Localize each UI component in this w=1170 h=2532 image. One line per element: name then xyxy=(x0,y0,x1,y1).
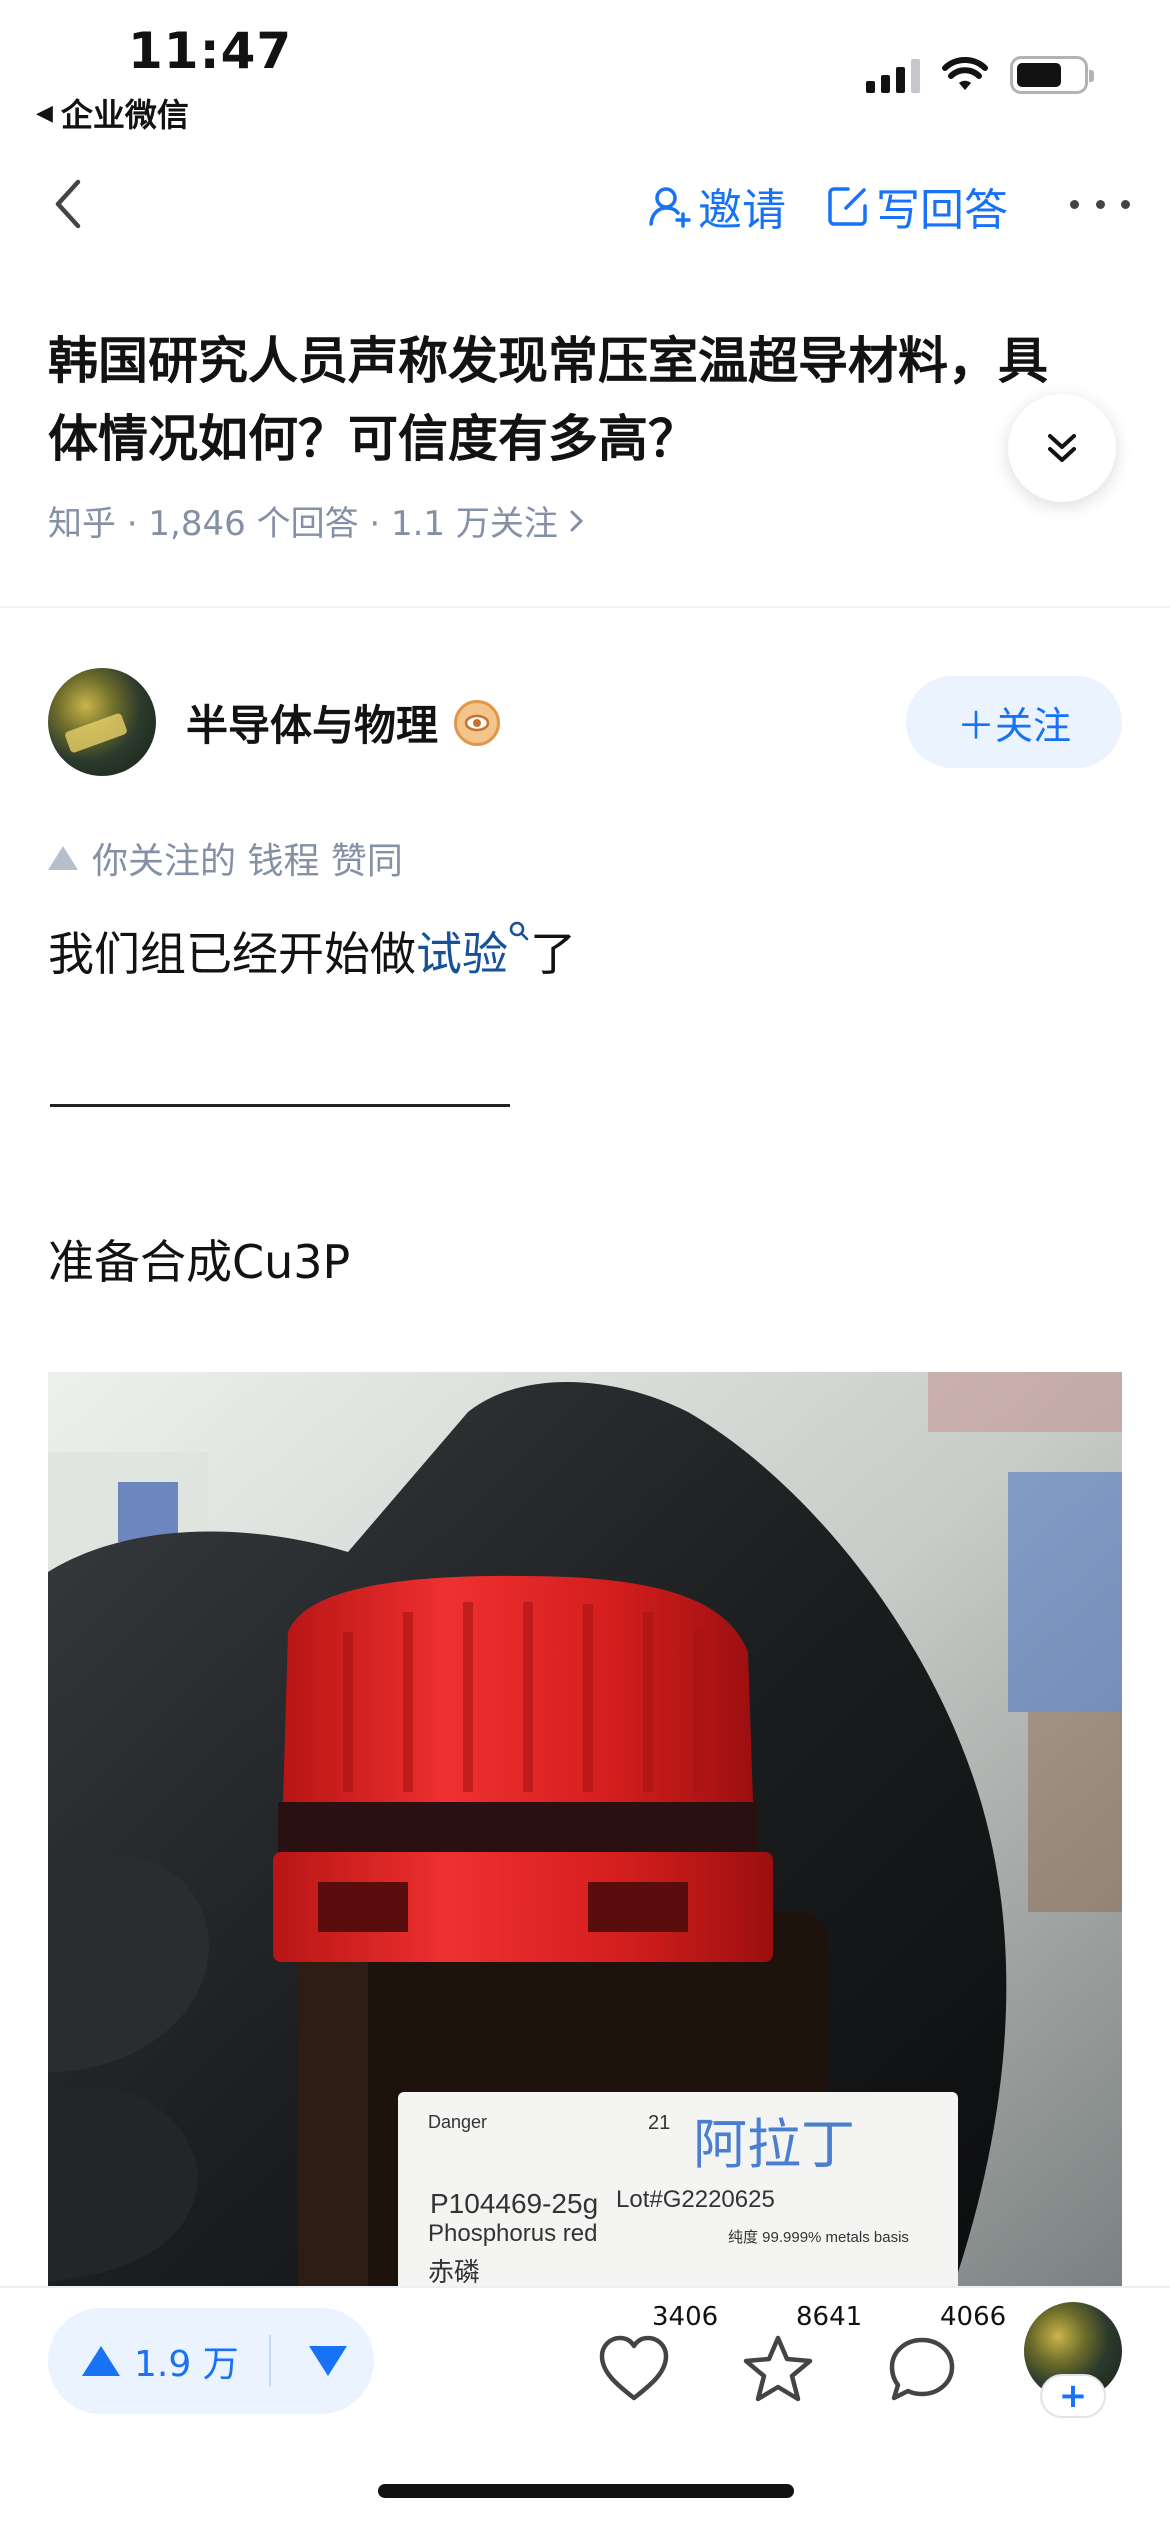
label-danger: Danger xyxy=(428,2112,488,2132)
more-options-icon[interactable] xyxy=(1070,176,1130,232)
label-purity: 纯度 99.999% metals basis xyxy=(728,2229,909,2246)
heart-icon xyxy=(599,2335,669,2401)
answer-photo[interactable]: Danger 21 阿拉丁 P104469-25g Lot#G2220625 P… xyxy=(48,1372,1122,2302)
status-bar: 11:47 ◀ 企业微信 xyxy=(0,0,1170,140)
back-triangle-icon: ◀ xyxy=(36,100,53,126)
comment-button[interactable]: 4066 xyxy=(884,2302,1006,2408)
like-count: 3406 xyxy=(652,2302,719,2332)
double-chevron-down-icon xyxy=(1048,434,1076,462)
endorsement-line: 你关注的 钱程 赞同 xyxy=(48,832,403,884)
invite-label: 邀请 xyxy=(698,185,786,236)
question-meta[interactable]: 知乎 · 1,846 个回答 · 1.1 万关注 xyxy=(48,496,586,545)
label-name-en: Phosphorus red xyxy=(428,2220,598,2247)
answer-text-segment: 了 xyxy=(530,927,576,981)
question-meta-text: 知乎 · 1,846 个回答 · 1.1 万关注 xyxy=(48,504,558,544)
favorite-count: 8641 xyxy=(796,2302,863,2332)
battery-icon xyxy=(1010,56,1094,94)
answer-text-segment: 我们组已经开始做 xyxy=(48,927,416,981)
back-to-app-link[interactable]: ◀ 企业微信 xyxy=(36,90,189,136)
label-lot-number: Lot#G2220625 xyxy=(616,2186,775,2213)
write-answer-label: 写回答 xyxy=(876,185,1008,236)
label-product-code: P104469-25g xyxy=(430,2188,599,2219)
top-nav: 邀请 写回答 xyxy=(0,160,1170,250)
downvote-icon[interactable] xyxy=(308,2346,347,2376)
collapse-button[interactable] xyxy=(1008,394,1116,502)
home-indicator xyxy=(378,2484,794,2498)
upvote-triangle-icon xyxy=(48,846,78,870)
back-arrow-icon[interactable] xyxy=(44,176,100,232)
comment-count: 4066 xyxy=(940,2302,1007,2332)
vote-separator xyxy=(268,2335,271,2387)
status-time: 11:47 xyxy=(128,22,293,80)
bottle-label: Danger 21 阿拉丁 P104469-25g Lot#G2220625 P… xyxy=(398,2092,958,2302)
star-icon xyxy=(743,2335,813,2402)
author-badge-icon xyxy=(454,699,501,746)
answer-paragraph-1: 我们组已经开始做试验了 xyxy=(48,918,576,984)
chevron-right-icon xyxy=(570,510,583,531)
search-icon[interactable] xyxy=(508,920,530,946)
vote-pill: 1.9 万 xyxy=(48,2308,374,2414)
write-answer-button[interactable]: 写回答 xyxy=(826,174,1008,238)
author-name: 半导体与物理 xyxy=(186,701,439,750)
back-app-label: 企业微信 xyxy=(60,96,189,134)
favorite-button[interactable]: 8641 xyxy=(740,2302,862,2408)
person-add-icon xyxy=(649,187,691,228)
follow-plus-icon[interactable]: + xyxy=(1040,2374,1106,2418)
label-number: 21 xyxy=(648,2112,671,2134)
author-avatar[interactable] xyxy=(48,668,156,776)
status-icons xyxy=(866,56,1094,94)
cellular-signal-icon xyxy=(866,57,920,93)
author-info[interactable]: 半导体与物理 xyxy=(186,692,501,753)
edit-icon xyxy=(828,187,867,226)
follow-button[interactable]: ＋关注 xyxy=(906,676,1122,768)
like-button[interactable]: 3406 xyxy=(596,2302,718,2408)
upvote-icon xyxy=(82,2346,120,2376)
vote-count: 1.9 万 xyxy=(134,2344,239,2385)
label-brand: 阿拉丁 xyxy=(693,2113,855,2176)
dash-separator xyxy=(50,1104,510,1107)
invite-button[interactable]: 邀请 xyxy=(648,174,786,238)
endorsement-text: 你关注的 钱程 赞同 xyxy=(92,841,403,882)
label-name-cn: 赤磷 xyxy=(428,2257,481,2287)
upvote-button[interactable]: 1.9 万 xyxy=(48,2308,239,2414)
section-divider xyxy=(0,606,1170,608)
question-title[interactable]: 韩国研究人员声称发现常压室温超导材料，具体情况如何？可信度有多高？ xyxy=(48,322,1048,478)
answer-paragraph-2: 准备合成Cu3P xyxy=(48,1235,351,1289)
wifi-icon xyxy=(942,57,988,90)
comment-bubble-icon xyxy=(889,2337,955,2401)
search-link-word[interactable]: 试验 xyxy=(416,927,508,981)
